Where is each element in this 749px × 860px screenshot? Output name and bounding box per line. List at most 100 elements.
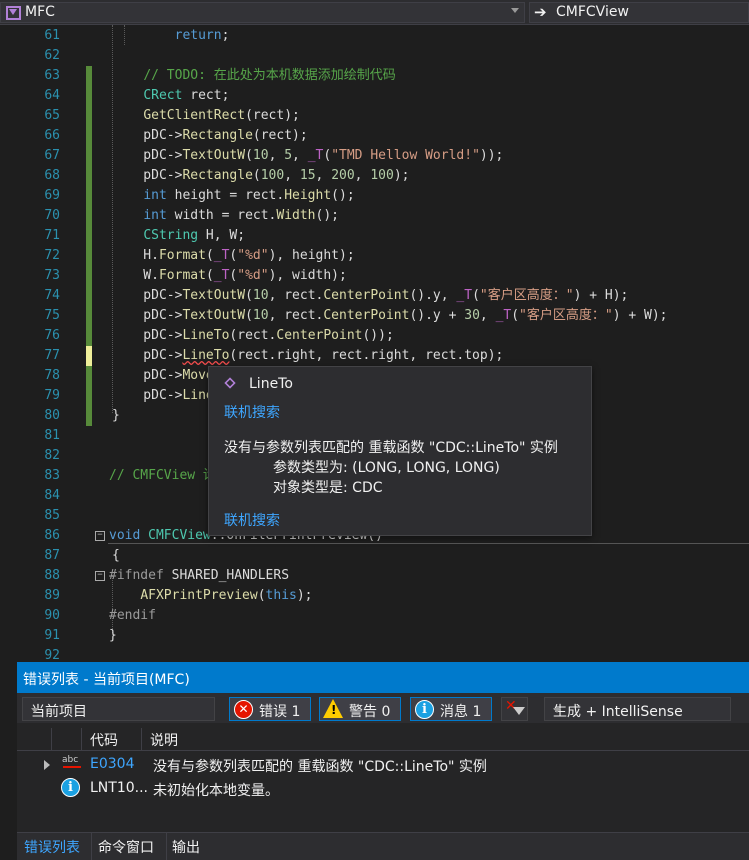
code-line[interactable]: 63 // TODO: 在此处为本机数据添加绘制代码 [0,66,749,86]
code-text: pDC->Rectangle(rect); [112,128,308,143]
code-line[interactable]: 74 pDC->TextOutW(10, rect.CenterPoint().… [0,286,749,306]
clear-filter-button[interactable]: ✕ [501,697,528,721]
funnel-icon [513,707,525,715]
code-text: int height = rect.Height(); [143,188,355,203]
line-number: 67 [44,148,60,163]
online-search-link-bottom[interactable]: 联机搜索 [224,510,280,530]
table-header: 代码 说明 [17,728,749,751]
tooltip-error-message: 没有与参数列表匹配的 重载函数 "CDC::LineTo" 实例 [224,440,558,456]
code-line[interactable]: 88 − #ifndef SHARED_HANDLERS [0,566,749,586]
code-text: H.Format(_T("%d"), height); [112,248,355,263]
code-line[interactable]: 66 pDC->Rectangle(rect); [0,126,749,146]
code-line[interactable]: 64 CRect rect; [0,86,749,106]
code-line[interactable]: 76 pDC->LineTo(rect.CenterPoint()); [0,326,749,346]
code-line[interactable]: 90 #endif [0,606,749,626]
tooltip-title: LineTo [249,376,293,392]
change-marker [86,106,92,126]
code-line[interactable]: 62 [0,46,749,66]
code-text: return; [174,28,230,43]
messages-filter-button[interactable]: i 消息 1 [410,697,492,721]
code-line[interactable]: 70 int width = rect.Width(); [0,206,749,226]
code-line[interactable]: 73 W.Format(_T("%d"), width); [0,266,749,286]
line-number: 77 [44,348,60,363]
line-number: 86 [44,528,60,543]
column-header-description[interactable]: 说明 [142,728,749,750]
online-search-link[interactable]: 联机搜索 [224,402,280,422]
line-number: 62 [44,48,60,63]
code-text: { [112,548,120,563]
panel-title-bar[interactable]: 错误列表 - 当前项目(MFC) [17,664,749,693]
chevron-down-icon [31,708,39,713]
scope-value: 当前项目 [31,704,87,720]
code-text: pDC->Move [112,368,214,383]
code-line[interactable]: 68 pDC->Rectangle(100, 15, 200, 100); [0,166,749,186]
line-number: 87 [44,548,60,563]
code-line[interactable]: 77 pDC->LineTo(rect.right, rect.right, r… [0,346,749,366]
bottom-tool-tabs: 错误列表 命令窗口 输出 [17,832,749,860]
errors-filter-button[interactable]: ✕ 错误 1 [229,697,311,721]
table-row[interactable]: abc E0304 没有与参数列表匹配的 重载函数 "CDC::LineTo" … [17,753,749,777]
tooltip-arg-types: 参数类型为: (LONG, LONG, LONG) [273,460,500,476]
code-line[interactable]: 67 pDC->TextOutW(10, 5, _T("TMD Hellow W… [0,146,749,166]
code-line[interactable]: 89 AFXPrintPreview(this); [0,586,749,606]
code-line[interactable]: 92 [0,646,749,662]
code-text: // CMFCView 诊 [109,468,216,483]
error-code-link[interactable]: E0304 [90,756,134,772]
change-marker [86,406,92,426]
code-text: pDC->LineTo(rect.right, rect.right, rect… [112,348,504,363]
change-marker [86,146,92,166]
scope-select[interactable]: 当前项目 [22,697,215,721]
line-number: 72 [44,248,60,263]
build-filter-value: 生成 + IntelliSense [553,704,683,720]
code-line[interactable]: 71 CString H, W; [0,226,749,246]
code-text: } [112,408,120,423]
code-text: } [109,628,117,643]
vs-project-icon [6,6,21,20]
line-number: 65 [44,108,60,123]
project-dropdown[interactable]: MFC [0,2,525,23]
code-line[interactable]: 87 { [0,546,749,566]
header-spacer [17,728,52,750]
tab-command-window[interactable]: 命令窗口 [98,837,154,857]
column-header-code[interactable]: 代码 [82,728,142,750]
build-filter-select[interactable]: 生成 + IntelliSense [544,697,731,721]
line-number: 63 [44,68,60,83]
collapse-icon[interactable]: − [95,571,105,581]
code-text: W.Format(_T("%d"), width); [112,268,347,283]
code-text: pDC->LineTo(rect.CenterPoint()); [112,328,394,343]
change-marker [86,326,92,346]
code-text: GetClientRect(rect); [143,108,300,123]
warnings-filter-button[interactable]: 警告 0 [319,697,401,721]
change-marker [86,186,92,206]
intellisense-error-icon: abc [62,755,84,773]
code-line[interactable]: 91} [0,626,749,646]
tab-error-list[interactable]: 错误列表 [24,837,80,857]
arrow-right-icon: ➔ [534,3,547,21]
warnings-label: 警告 0 [349,704,391,720]
warning-icon [323,699,343,718]
tab-output[interactable]: 输出 [172,837,200,857]
quick-info-tooltip: LineTo 联机搜索 没有与参数列表匹配的 重载函数 "CDC::LineTo… [208,366,592,536]
line-number: 82 [44,448,60,463]
code-line[interactable]: 69 int height = rect.Height(); [0,186,749,206]
code-line[interactable]: 72 H.Format(_T("%d"), height); [0,246,749,266]
line-number: 89 [44,588,60,603]
code-line[interactable]: 61 return; [0,26,749,46]
change-marker [86,346,92,366]
line-number: 69 [44,188,60,203]
error-description: 没有与参数列表匹配的 重载函数 "CDC::LineTo" 实例 [153,759,487,775]
code-text: pDC->TextOutW(10, rect.CenterPoint().y, … [112,288,629,303]
expand-arrow-icon[interactable] [44,760,50,770]
member-dropdown[interactable]: ➔ CMFCView [529,2,749,23]
tab-separator [91,833,92,860]
line-number: 83 [44,468,60,483]
code-text: #endif [109,608,156,623]
change-marker [86,246,92,266]
table-row[interactable]: i LNT10... 未初始化本地变量。 [17,777,749,801]
line-number: 61 [44,28,60,43]
collapse-icon[interactable]: − [95,531,105,541]
code-text: pDC->Rectangle(100, 15, 200, 100); [112,168,410,183]
code-line[interactable]: 65 GetClientRect(rect); [0,106,749,126]
code-line[interactable]: 75 pDC->TextOutW(10, rect.CenterPoint().… [0,306,749,326]
code-editor[interactable]: 61 return; 62 63 // TODO: 在此处为本机数据添加绘制代码 64… [0,25,749,662]
